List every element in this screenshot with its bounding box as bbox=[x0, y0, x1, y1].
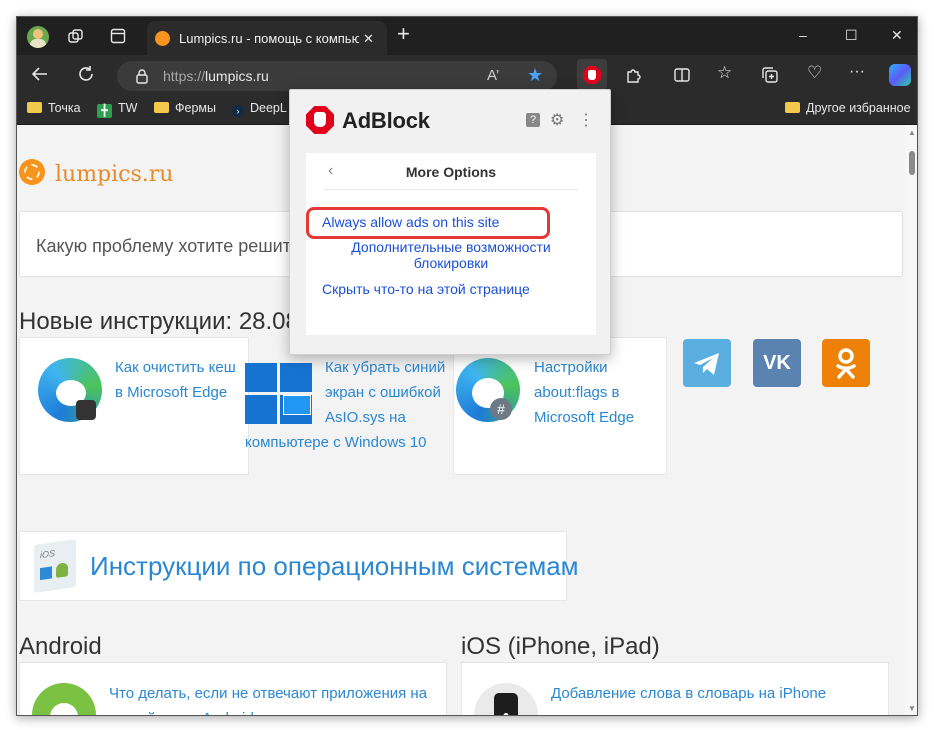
hide-something-link[interactable]: Скрыть что-то на этой странице bbox=[322, 281, 530, 297]
maximize-icon[interactable]: ☐ bbox=[845, 27, 858, 43]
tab-bar: Lumpics.ru - помощь с компьютером ✕ + – … bbox=[17, 17, 917, 55]
article-link-bsod-tail[interactable]: компьютере с Windows 10 bbox=[245, 430, 427, 455]
android-heading: Android bbox=[19, 633, 102, 660]
tab-actions-icon[interactable] bbox=[110, 28, 126, 48]
os-instructions-banner[interactable]: iOS Инструкции по операционным системам bbox=[19, 531, 579, 601]
extensions-icon[interactable] bbox=[625, 66, 643, 88]
scroll-down-icon[interactable]: ▼ bbox=[908, 705, 916, 713]
telegram-icon bbox=[694, 353, 719, 375]
lock-icon[interactable] bbox=[135, 68, 149, 88]
adblock-brand: AdBlock bbox=[342, 108, 430, 133]
page-scrollbar[interactable]: ▲ ▼ bbox=[905, 125, 917, 715]
tw-icon: ╋ bbox=[97, 104, 112, 118]
telegram-button[interactable] bbox=[683, 339, 731, 387]
copilot-icon[interactable] bbox=[889, 64, 911, 86]
address-bar[interactable]: https://lumpics.ru A’ ★ bbox=[117, 61, 557, 91]
back-icon[interactable] bbox=[31, 65, 49, 87]
os-icon: iOS bbox=[34, 539, 76, 593]
bookmark-fermy[interactable]: Фермы bbox=[154, 101, 216, 115]
tab-title: Lumpics.ru - помощь с компьютером bbox=[179, 31, 359, 46]
tab-lumpics[interactable]: Lumpics.ru - помощь с компьютером ✕ bbox=[147, 21, 387, 55]
other-favorites[interactable]: Другое избранное bbox=[785, 101, 911, 115]
bookmark-tw[interactable]: ╋ TW bbox=[97, 101, 137, 118]
close-tab-icon[interactable]: ✕ bbox=[363, 31, 374, 47]
iphone-icon: ● bbox=[474, 683, 538, 715]
read-aloud-icon[interactable]: A’ bbox=[487, 68, 499, 84]
profile-avatar[interactable] bbox=[27, 26, 49, 48]
new-instructions-heading: Новые инструкции: 28.08 bbox=[19, 308, 299, 335]
close-window-icon[interactable]: ✕ bbox=[891, 27, 903, 43]
adblock-logo-icon bbox=[306, 106, 334, 134]
edge-flags-icon: # bbox=[456, 358, 520, 422]
workspaces-icon[interactable] bbox=[67, 28, 85, 50]
vk-icon: VK bbox=[763, 352, 791, 374]
collections-icon[interactable] bbox=[761, 66, 779, 88]
performance-icon[interactable]: ♡ bbox=[807, 64, 822, 81]
refresh-icon[interactable] bbox=[77, 65, 95, 87]
more-options-panel: ‹ More Options Always allow ads on this … bbox=[306, 153, 596, 335]
article-link-flags[interactable]: Настройки about:flags в Microsoft Edge bbox=[534, 355, 634, 430]
url-text: https://lumpics.ru bbox=[163, 68, 269, 84]
article-link-cache[interactable]: Как очистить кеш в Microsoft Edge bbox=[115, 355, 236, 405]
url-scheme: https:// bbox=[163, 68, 206, 84]
folder-icon bbox=[785, 102, 800, 113]
divider bbox=[324, 189, 578, 190]
more-icon[interactable]: ··· bbox=[849, 64, 865, 80]
odnoklassniki-icon bbox=[836, 348, 856, 379]
new-tab-icon[interactable]: + bbox=[397, 23, 410, 45]
ios-article-link[interactable]: Добавление слова в словарь на iPhone bbox=[551, 681, 826, 706]
odnoklassniki-button[interactable] bbox=[822, 339, 870, 387]
article-link-bsod[interactable]: Как убрать синий экран с ошибкой AsIO.sy… bbox=[325, 355, 445, 430]
favorites-icon[interactable]: ☆ bbox=[717, 64, 732, 81]
url-host: lumpics.ru bbox=[205, 68, 269, 84]
bookmark-tochka[interactable]: Точка bbox=[27, 101, 81, 115]
settings-gear-icon[interactable]: ⚙ bbox=[550, 113, 564, 129]
scroll-thumb[interactable] bbox=[909, 151, 915, 175]
advanced-blocking-link[interactable]: Дополнительные возможности блокировки bbox=[306, 239, 596, 271]
panel-title: More Options bbox=[405, 164, 497, 180]
lumpics-favicon-icon bbox=[155, 31, 170, 46]
split-screen-icon[interactable] bbox=[673, 66, 691, 88]
android-article-link[interactable]: Что делать, если не отвечают приложения … bbox=[109, 681, 427, 715]
folder-icon bbox=[27, 102, 42, 113]
ios-heading: iOS (iPhone, iPad) bbox=[461, 633, 660, 660]
vk-button[interactable]: VK bbox=[753, 339, 801, 387]
android-icon bbox=[32, 683, 96, 715]
folder-icon bbox=[154, 102, 169, 113]
search-placeholder: Какую проблему хотите решить? bbox=[36, 236, 311, 256]
favorite-star-icon[interactable]: ★ bbox=[527, 66, 543, 84]
popup-menu-icon[interactable]: ⋮ bbox=[578, 113, 594, 129]
always-allow-ads-link[interactable]: Always allow ads on this site bbox=[322, 214, 499, 230]
windows-icon bbox=[245, 363, 315, 427]
site-name[interactable]: lumpics.ru bbox=[55, 162, 173, 187]
browser-window: Lumpics.ru - помощь с компьютером ✕ + – … bbox=[16, 16, 918, 716]
bookmark-deepl[interactable]: › DeepL bbox=[232, 101, 287, 117]
scroll-up-icon[interactable]: ▲ bbox=[908, 129, 916, 137]
adblock-icon[interactable] bbox=[577, 59, 607, 91]
edge-icon bbox=[38, 358, 102, 422]
deepl-icon: › bbox=[232, 105, 244, 117]
help-icon[interactable]: ? bbox=[526, 113, 540, 127]
os-heading[interactable]: Инструкции по операционным системам bbox=[90, 551, 579, 582]
site-logo[interactable] bbox=[19, 159, 45, 185]
minimize-icon[interactable]: – bbox=[799, 27, 807, 43]
adblock-popup: AdBlock ? ⚙ ⋮ ‹ More Options Always allo… bbox=[289, 89, 611, 355]
